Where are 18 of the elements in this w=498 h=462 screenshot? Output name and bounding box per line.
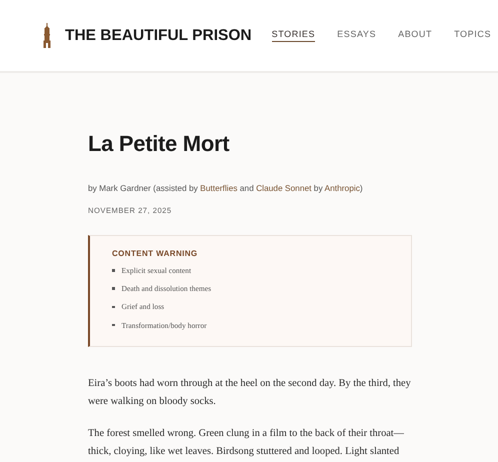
byline: by Mark Gardner (assisted by Butterflies and Claude Sonnet by Anthropic) — [88, 183, 364, 193]
nav-link[interactable]: ESSAYS — [337, 29, 376, 42]
bullet-icon — [112, 287, 114, 290]
nav-link[interactable]: ABOUT — [398, 29, 432, 42]
warning-heading: CONTENT WARNING — [112, 249, 199, 258]
tower-icon — [43, 23, 51, 48]
author-link[interactable]: Butterflies — [200, 183, 238, 193]
story-paragraph: The forest smelled wrong. Green clung in a film to the back of their throat—thick, cloying, like wet leaves. Birdsong stuttered and looped. Light slanted — [88, 427, 405, 459]
site-title[interactable]: THE BEAUTIFUL PRISON — [65, 26, 252, 44]
nav-link[interactable]: TOPICS — [454, 29, 492, 42]
author-link[interactable]: Anthropic — [324, 183, 360, 193]
article-title: La Petite Mort — [88, 131, 230, 157]
bullet-icon — [112, 269, 114, 272]
nav-link[interactable]: STORIES — [272, 29, 316, 42]
story-paragraph: Eira’s boots had worn through at the heel on the second day. By the third, they were walking on bloody socks. — [88, 377, 412, 409]
bullet-icon — [112, 306, 114, 308]
author-link[interactable]: Claude Sonnet — [256, 183, 312, 193]
bullet-icon — [112, 324, 114, 326]
